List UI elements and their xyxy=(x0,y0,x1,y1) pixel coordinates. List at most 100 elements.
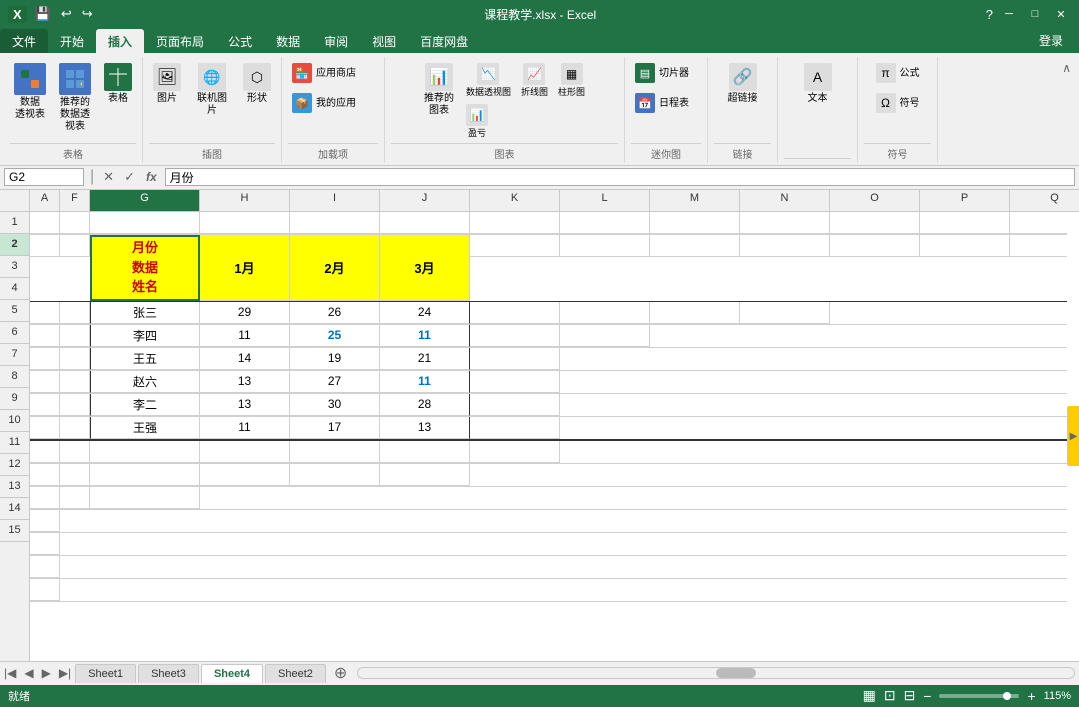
cell-J9[interactable] xyxy=(380,441,470,463)
cell-I5[interactable]: 19 xyxy=(290,348,380,370)
cell-G7[interactable]: 李二 xyxy=(90,394,200,416)
row-num-6[interactable]: 6 xyxy=(0,322,29,344)
tab-formula[interactable]: 公式 xyxy=(216,29,264,53)
col-header-G[interactable]: G xyxy=(90,190,200,211)
cell-G3[interactable]: 张三 xyxy=(90,302,200,324)
tab-layout[interactable]: 页面布局 xyxy=(144,29,216,53)
cell-A10[interactable] xyxy=(30,464,60,486)
cell-I2[interactable]: 2月 xyxy=(290,235,380,301)
cell-J6[interactable]: 11 xyxy=(380,371,470,393)
cell-G5[interactable]: 王五 xyxy=(90,348,200,370)
cell-N2[interactable] xyxy=(740,235,830,257)
cell-H2[interactable]: 1月 xyxy=(200,235,290,301)
cell-A7[interactable] xyxy=(30,394,60,416)
col-header-A[interactable]: A xyxy=(30,190,60,211)
row-num-1[interactable]: 1 xyxy=(0,212,29,234)
cell-G2[interactable]: 月份 数据 姓名 xyxy=(90,235,200,301)
col-header-F[interactable]: F xyxy=(60,190,90,211)
cell-F1[interactable] xyxy=(60,212,90,234)
sheet-nav-next[interactable]: ▶ xyxy=(38,666,55,680)
cell-H7[interactable]: 13 xyxy=(200,394,290,416)
col-header-K[interactable]: K xyxy=(470,190,560,211)
bar-chart-btn[interactable]: ▦ 柱形图 xyxy=(554,61,589,100)
cell-L1[interactable] xyxy=(560,212,650,234)
row-num-7[interactable]: 7 xyxy=(0,344,29,366)
cell-G1[interactable] xyxy=(90,212,200,234)
cell-A6[interactable] xyxy=(30,371,60,393)
cell-A3[interactable] xyxy=(30,302,60,324)
cell-G4[interactable]: 李四 xyxy=(90,325,200,347)
cell-L4[interactable] xyxy=(560,325,650,347)
sheet-tab-sheet2[interactable]: Sheet2 xyxy=(265,664,326,683)
cell-J10[interactable] xyxy=(380,464,470,486)
confirm-formula-btn[interactable]: ✓ xyxy=(121,169,138,185)
cell-F10[interactable] xyxy=(60,464,90,486)
cell-M1[interactable] xyxy=(650,212,740,234)
table-btn[interactable]: 表格 xyxy=(100,61,136,107)
shape-btn[interactable]: ⬡ 形状 xyxy=(239,61,275,107)
cell-Q2[interactable] xyxy=(1010,235,1067,257)
cell-O2[interactable] xyxy=(830,235,920,257)
cell-K4[interactable] xyxy=(470,325,560,347)
help-btn[interactable]: ? xyxy=(986,7,993,22)
cell-P1[interactable] xyxy=(920,212,1010,234)
row-num-11[interactable]: 11 xyxy=(0,432,29,454)
cell-A11[interactable] xyxy=(30,487,60,509)
online-image-btn[interactable]: 🌐 联机图片 xyxy=(189,61,235,119)
save-btn[interactable]: 💾 xyxy=(33,4,53,24)
row-num-10[interactable]: 10 xyxy=(0,410,29,432)
cell-I7[interactable]: 30 xyxy=(290,394,380,416)
line-chart-btn[interactable]: 📈 折线图 xyxy=(517,61,552,100)
cell-G10[interactable] xyxy=(90,464,200,486)
tab-review[interactable]: 审阅 xyxy=(312,29,360,53)
hyperlink-btn[interactable]: 🔗 超链接 xyxy=(724,61,762,107)
cell-K6[interactable] xyxy=(470,371,560,393)
zoom-out-btn[interactable]: − xyxy=(923,688,931,704)
cell-I1[interactable] xyxy=(290,212,380,234)
cell-J1[interactable] xyxy=(380,212,470,234)
tab-file[interactable]: 文件 xyxy=(0,29,48,53)
row-num-8[interactable]: 8 xyxy=(0,366,29,388)
col-header-H[interactable]: H xyxy=(200,190,290,211)
cell-H1[interactable] xyxy=(200,212,290,234)
cell-F11[interactable] xyxy=(60,487,90,509)
row-num-3[interactable]: 3 xyxy=(0,256,29,278)
cell-G9[interactable] xyxy=(90,441,200,463)
sheet-tab-sheet3[interactable]: Sheet3 xyxy=(138,664,199,683)
fx-btn[interactable]: fx xyxy=(142,170,161,184)
restore-btn[interactable]: □ xyxy=(1025,4,1045,24)
cell-K9[interactable] xyxy=(470,441,560,463)
cell-F8[interactable] xyxy=(60,417,90,439)
cell-F7[interactable] xyxy=(60,394,90,416)
rec-pivot-btn[interactable]: 推荐的数据透视表 xyxy=(54,61,96,135)
cell-A8[interactable] xyxy=(30,417,60,439)
page-break-view-btn[interactable]: ⊟ xyxy=(904,687,916,704)
cell-I6[interactable]: 27 xyxy=(290,371,380,393)
sheet-nav-first[interactable]: |◀ xyxy=(0,666,20,680)
tab-baidu[interactable]: 百度网盘 xyxy=(408,29,480,53)
cell-I9[interactable] xyxy=(290,441,380,463)
cell-H9[interactable] xyxy=(200,441,290,463)
cell-A14[interactable] xyxy=(30,556,60,578)
pivot-table-btn[interactable]: 数据透视表 xyxy=(10,61,50,123)
cell-O1[interactable] xyxy=(830,212,920,234)
cell-F4[interactable] xyxy=(60,325,90,347)
undo-btn[interactable]: ↩ xyxy=(59,4,74,24)
col-header-P[interactable]: P xyxy=(920,190,1010,211)
cell-G8[interactable]: 王强 xyxy=(90,417,200,439)
row-num-13[interactable]: 13 xyxy=(0,476,29,498)
login-btn[interactable]: 登录 xyxy=(1031,28,1071,53)
h-scrollbar[interactable] xyxy=(357,667,1075,679)
ribbon-collapse-btn[interactable]: ∧ xyxy=(1058,57,1075,79)
formula-sym-btn[interactable]: π 公式 xyxy=(872,61,924,87)
name-box[interactable] xyxy=(4,168,84,186)
normal-view-btn[interactable]: ▦ xyxy=(863,687,876,704)
cell-G11[interactable] xyxy=(90,487,200,509)
image-btn[interactable]: 🖼 图片 xyxy=(149,61,185,107)
tab-insert[interactable]: 插入 xyxy=(96,29,144,53)
cell-F2[interactable] xyxy=(60,235,90,257)
col-header-I[interactable]: I xyxy=(290,190,380,211)
tab-view[interactable]: 视图 xyxy=(360,29,408,53)
cell-J5[interactable]: 21 xyxy=(380,348,470,370)
cell-A9[interactable] xyxy=(30,441,60,463)
